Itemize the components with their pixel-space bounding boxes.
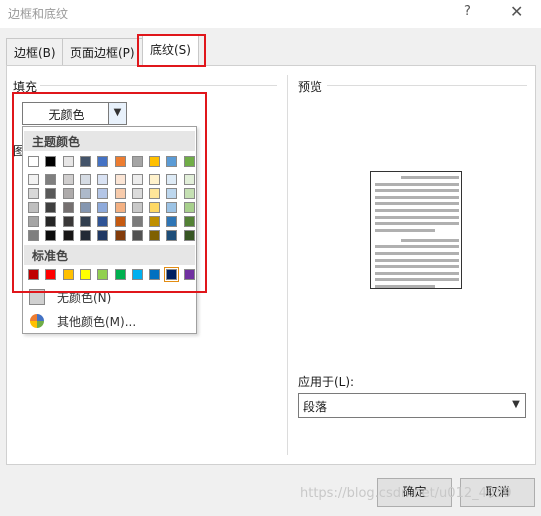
help-icon[interactable]: ? [464,4,471,19]
fill-highlight-box [12,92,207,293]
preview-text-line [375,189,459,193]
preview-text-line [375,258,459,262]
vertical-divider [287,75,288,455]
apply-to-label: 应用于(L): [298,375,355,389]
preview-text-line [401,176,459,179]
watermark-text: https://blog.csdn.net/u012_4039 [300,486,512,501]
preview-text-line [375,228,435,232]
chevron-down-icon[interactable]: ▼ [507,394,525,417]
preview-text-line [375,278,459,282]
close-icon[interactable]: ✕ [510,2,523,21]
preview-text-line [375,195,459,199]
more-colors-label: 其他颜色(M)... [57,315,137,329]
tab-page-borders[interactable]: 页面边框(P) [62,38,143,65]
preview-text-line [375,245,459,249]
preview-text-line [375,265,459,269]
apply-to-value: 段落 [303,400,328,414]
preview-divider [327,85,527,86]
preview-text-line [375,209,459,212]
preview-text-line [375,271,459,275]
preview-text-line [375,215,459,219]
tab-highlight-box [137,34,206,67]
preview-text-line [375,182,459,186]
preview-text-line [375,285,435,288]
preview-page [370,171,462,289]
more-colors-option[interactable]: 其他颜色(M)... [27,311,193,331]
preview-text-line [375,252,459,255]
preview-section-label: 预览 [298,80,323,94]
apply-to-dropdown[interactable]: 段落 ▼ [298,393,526,418]
preview-text-line [401,238,459,242]
fill-divider [40,85,277,86]
preview-text-line [375,202,459,206]
tab-borders[interactable]: 边框(B) [6,38,64,65]
color-wheel-icon [29,313,45,329]
dialog-title: 边框和底纹 [8,7,69,21]
preview-text-line [375,222,459,226]
title-bar: 边框和底纹 ? ✕ [0,0,541,28]
